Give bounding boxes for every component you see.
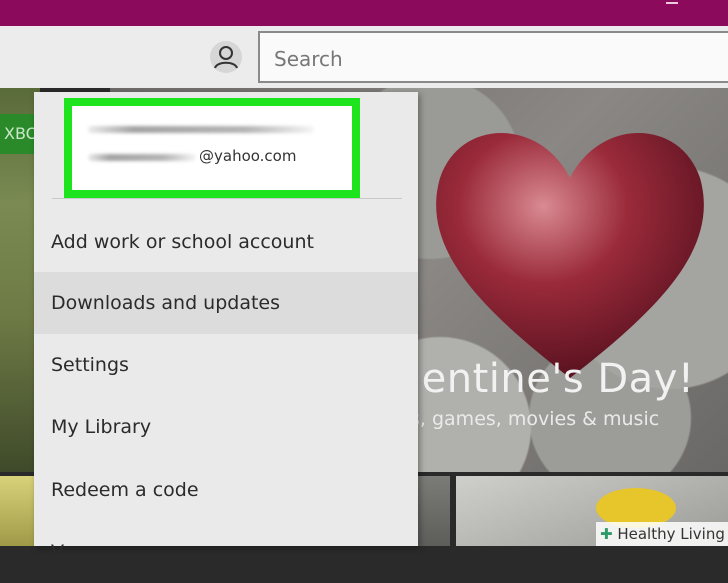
redacted-name [88, 126, 314, 133]
search-placeholder: Search [274, 47, 343, 71]
menu-item-redeem-code[interactable]: Redeem a code [34, 459, 418, 521]
heart-image [436, 133, 704, 378]
background-tile-bottom-mid[interactable] [418, 476, 450, 546]
menu-divider [52, 198, 402, 199]
search-input[interactable]: Search [258, 31, 728, 83]
menu-item-settings[interactable]: Settings [34, 334, 418, 396]
menu-item-add-work-account[interactable]: Add work or school account [34, 211, 418, 273]
watermark-text: Healthy Living [617, 525, 725, 543]
menu-item-my-library[interactable]: My Library [34, 396, 418, 458]
hero-title: lentine's Day! [410, 356, 695, 402]
email-domain: @yahoo.com [199, 147, 297, 165]
plus-icon: ✚ [600, 525, 613, 543]
user-icon[interactable] [210, 41, 242, 73]
title-bar [0, 0, 728, 26]
redacted-email [88, 154, 196, 161]
menu-item-partial[interactable]: V [34, 521, 418, 583]
hero-subtitle: s, games, movies & music [410, 408, 660, 430]
account-card-highlight[interactable]: @yahoo.com [64, 98, 360, 198]
minimize-icon[interactable] [666, 2, 678, 4]
menu-item-downloads-and-updates[interactable]: Downloads and updates [34, 272, 418, 334]
watermark: ✚ Healthy Living [596, 522, 728, 546]
